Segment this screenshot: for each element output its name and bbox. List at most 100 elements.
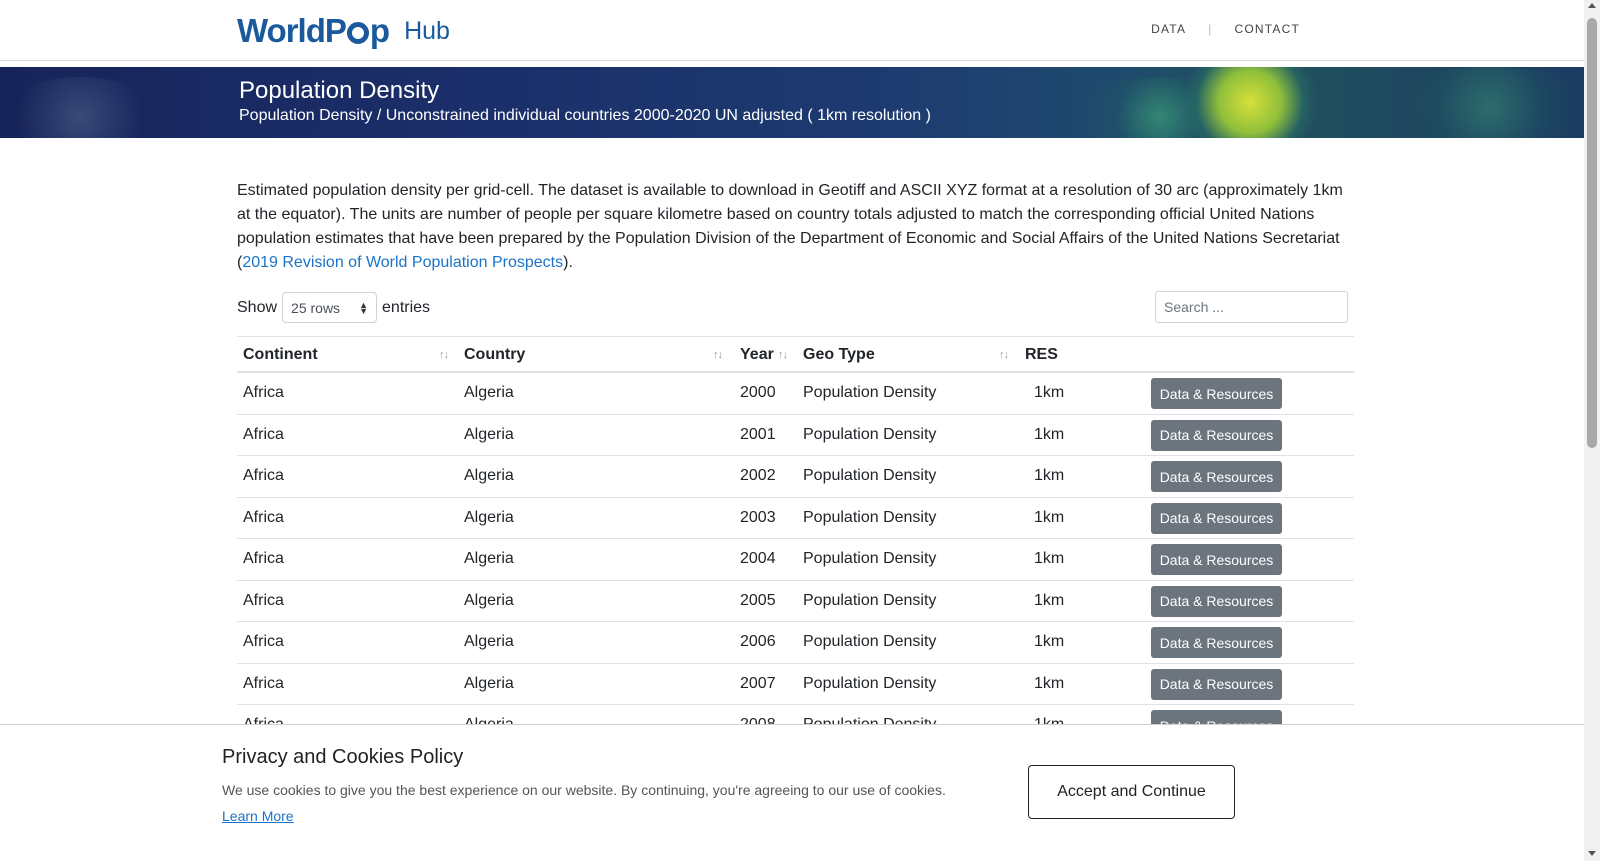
cell-year: 2007: [740, 674, 776, 692]
logo-text: World: [237, 12, 326, 49]
data-resources-button[interactable]: Data & Resources: [1151, 378, 1282, 409]
cell-geo-type: Population Density: [803, 425, 937, 443]
cell-continent: Africa: [243, 384, 284, 401]
cell-res: 1km: [1034, 591, 1065, 609]
datasets-table: Continent ↑↓ Country ↑↓ Year ↑↓ Geo Type…: [237, 336, 1354, 747]
cell-continent: Africa: [243, 508, 284, 526]
table-row: Africa Algeria 2000 Population Density 1km Da…: [237, 373, 1354, 415]
nav-divider: |: [1208, 22, 1213, 36]
cell-continent: Africa: [243, 633, 284, 650]
column-header-country[interactable]: Country: [464, 346, 525, 364]
banner-map-texture: [1180, 67, 1320, 138]
accept-cookies-button[interactable]: Accept and Continue: [1028, 765, 1235, 819]
cell-res: 1km: [1034, 508, 1065, 526]
cell-geo-type: Population Density: [803, 674, 937, 692]
sort-icon[interactable]: ↑↓: [713, 349, 723, 361]
data-resources-button[interactable]: Data & Resources: [1151, 461, 1282, 492]
data-resources-button[interactable]: Data & Resources: [1151, 502, 1282, 534]
rows-per-page-select[interactable]: 25 rows ▲ ▼: [282, 292, 378, 323]
learn-more-link[interactable]: Learn More: [222, 808, 294, 824]
table-row: Africa Algeria 2003 Population Density 1km Da…: [237, 498, 1354, 539]
main-nav: DATA | CONTACT: [1151, 22, 1300, 36]
cell-year: 2002: [740, 467, 776, 484]
page-length-control: Show 25 rows ▲ ▼ entries: [237, 292, 430, 323]
cell-year: 2003: [740, 508, 776, 526]
data-resources-button[interactable]: Data & Resources: [1151, 627, 1282, 658]
entries-label: entries: [382, 298, 431, 316]
page-banner: Population Density Population Density / …: [0, 67, 1584, 138]
data-resources-button[interactable]: Data & Resources: [1151, 668, 1282, 700]
cell-geo-type: Population Density: [803, 550, 937, 567]
cell-country: Algeria: [464, 550, 514, 567]
cell-geo-type: Population Density: [803, 591, 937, 609]
logo-text-end: p: [369, 12, 390, 49]
cell-continent: Africa: [243, 674, 284, 692]
cookie-text: We use cookies to give you the best expe…: [222, 782, 946, 798]
scroll-up-arrow-icon[interactable]: [1588, 3, 1596, 8]
cell-geo-type: Population Density: [803, 508, 937, 526]
cell-year: 2004: [740, 550, 776, 567]
cell-country: Algeria: [464, 591, 514, 609]
cell-geo-type: Population Density: [803, 384, 937, 401]
cell-continent: Africa: [243, 591, 284, 609]
page-scrollbar[interactable]: [1584, 0, 1600, 861]
cell-country: Algeria: [464, 384, 514, 401]
dataset-description: Estimated population density per grid-ce…: [237, 179, 1347, 275]
sort-icon[interactable]: ↑↓: [439, 349, 449, 361]
logo-pin-icon: [346, 22, 369, 44]
page-breadcrumb: Population Density / Unconstrained indiv…: [239, 107, 931, 124]
cell-res: 1km: [1034, 633, 1065, 650]
cell-year: 2005: [740, 591, 776, 609]
sort-icon[interactable]: ↑↓: [778, 349, 788, 361]
data-resources-button[interactable]: Data & Resources: [1151, 585, 1282, 617]
cookie-consent-banner: Privacy and Cookies Policy We use cookie…: [0, 724, 1584, 861]
table-header: Continent ↑↓ Country ↑↓ Year ↑↓ Geo Type…: [237, 336, 1354, 373]
cell-res: 1km: [1034, 550, 1065, 567]
banner-map-texture: [1380, 67, 1584, 138]
wpp-link[interactable]: 2019 Revision of World Population Prospe…: [242, 254, 563, 271]
table-row: Africa Algeria 2001 Population Density 1km Da…: [237, 415, 1354, 456]
top-navbar: World Pp Hub DATA | CONTACT: [0, 0, 1584, 61]
table-row: Africa Algeria 2006 Population Density 1km Da…: [237, 622, 1354, 664]
cell-country: Algeria: [464, 508, 514, 526]
banner-map-texture: [0, 77, 160, 138]
cell-country: Algeria: [464, 674, 514, 692]
cell-continent: Africa: [243, 467, 284, 484]
cell-geo-type: Population Density: [803, 467, 937, 484]
cell-res: 1km: [1034, 425, 1065, 443]
search-placeholder: Search ...: [1164, 299, 1224, 315]
hub-label: Hub: [404, 16, 450, 45]
nav-data-link[interactable]: DATA: [1151, 22, 1186, 36]
cell-geo-type: Population Density: [803, 633, 937, 650]
data-resources-button[interactable]: Data & Resources: [1151, 544, 1282, 575]
page-title: Population Density: [239, 77, 440, 104]
cookie-title: Privacy and Cookies Policy: [222, 746, 464, 768]
table-row: Africa Algeria 2004 Population Density 1km Da…: [237, 539, 1354, 581]
cell-res: 1km: [1034, 674, 1065, 692]
column-header-geo-type[interactable]: Geo Type: [803, 346, 875, 364]
cell-country: Algeria: [464, 425, 514, 443]
rows-per-page-value: 25 rows: [291, 299, 341, 316]
worldpop-logo[interactable]: World Pp Hub: [237, 12, 450, 50]
select-arrows-icon: ▲ ▼: [359, 299, 369, 316]
column-header-continent[interactable]: Continent: [243, 346, 318, 364]
scrollbar-thumb[interactable]: [1587, 18, 1597, 448]
logo-text-p: P: [324, 12, 347, 49]
table-row: Africa Algeria 2005 Population Density 1km Da…: [237, 581, 1354, 622]
cell-year: 2006: [740, 633, 776, 650]
column-header-year[interactable]: Year: [740, 346, 774, 364]
search-input[interactable]: Search ...: [1155, 291, 1348, 323]
cell-res: 1km: [1034, 467, 1065, 484]
cell-res: 1km: [1034, 384, 1065, 401]
cell-year: 2000: [740, 384, 776, 401]
column-header-res[interactable]: RES: [1025, 346, 1058, 364]
sort-icon[interactable]: ↑↓: [999, 349, 1009, 361]
table-body: Africa Algeria 2000 Population Density 1km Da…: [237, 373, 1354, 747]
scroll-down-arrow-icon[interactable]: [1588, 851, 1596, 856]
table-row: Africa Algeria 2002 Population Density 1km Da…: [237, 456, 1354, 498]
cell-country: Algeria: [464, 467, 514, 484]
table-row: Africa Algeria 2007 Population Density 1km Da…: [237, 664, 1354, 705]
show-label: Show: [237, 298, 278, 316]
nav-contact-link[interactable]: CONTACT: [1234, 22, 1300, 36]
data-resources-button[interactable]: Data & Resources: [1151, 419, 1282, 451]
